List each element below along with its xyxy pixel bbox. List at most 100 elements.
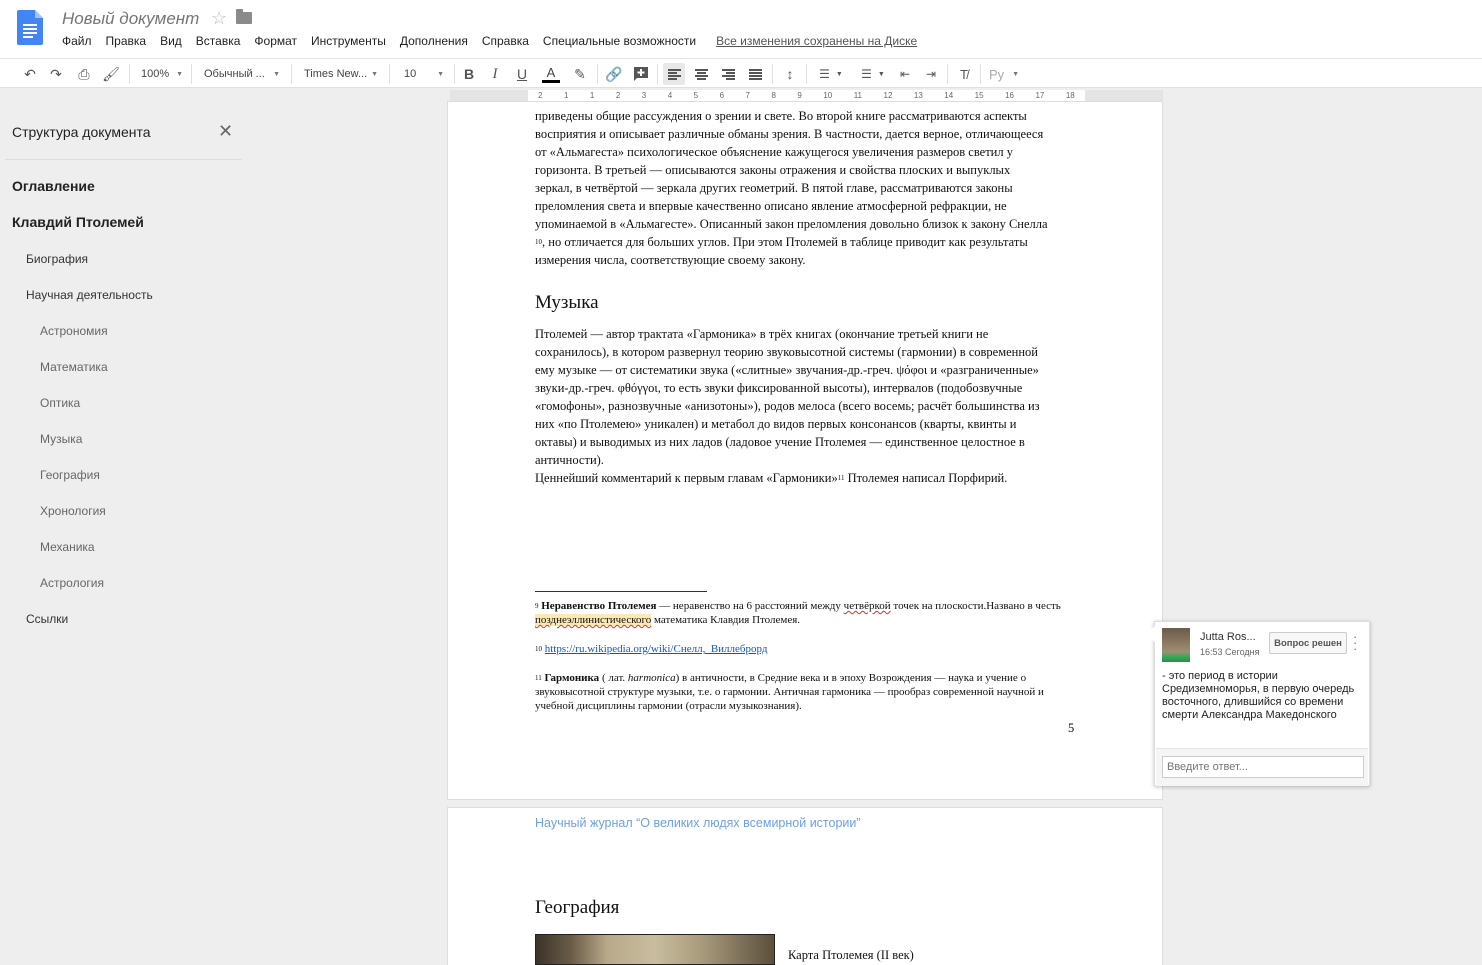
menu-format[interactable]: Формат	[254, 34, 297, 48]
music-heading[interactable]: Музыка	[535, 292, 599, 314]
menu-addons[interactable]: Дополнения	[400, 34, 468, 48]
spelling-error[interactable]: четвёркой	[844, 600, 891, 612]
style-select[interactable]: Обычный ... ▼	[200, 63, 284, 85]
numbered-list-button[interactable]: ☰ ▼	[812, 63, 850, 85]
page-header-text[interactable]: Научный журнал “О великих людях всемирно…	[535, 816, 861, 830]
toolbar-divider	[980, 64, 981, 84]
text-color-label: A	[546, 64, 556, 80]
docs-logo-icon[interactable]	[17, 10, 43, 45]
ruler-tick-label: 5	[693, 91, 699, 100]
menu-edit[interactable]: Правка	[106, 34, 147, 48]
zoom-select[interactable]: 100% ▼	[137, 63, 187, 85]
menu-view[interactable]: Вид	[160, 34, 182, 48]
geography-heading[interactable]: География	[535, 897, 619, 919]
text-line: звуки-др.-греч. φθόγγοι, то есть звуки ф…	[535, 381, 1023, 395]
comment-card[interactable]: Jutta Ros... 16:53 Сегодня Вопрос решен …	[1146, 621, 1370, 786]
italic-button[interactable]: I	[486, 63, 504, 85]
font-value: Times New...	[304, 68, 368, 80]
vertical-scrollbar[interactable]	[1474, 102, 1482, 965]
align-justify-button[interactable]	[744, 63, 766, 85]
numbered-list-icon: ☰	[819, 67, 830, 81]
menu-help[interactable]: Справка	[482, 34, 529, 48]
bulleted-list-button[interactable]: ☰ ▼	[854, 63, 892, 85]
print-icon[interactable]: ⎙	[74, 63, 94, 85]
document-title[interactable]: Новый документ	[62, 9, 199, 29]
align-right-button[interactable]	[717, 63, 739, 85]
footnote-term: Гармоника	[544, 672, 600, 684]
line-spacing-icon[interactable]: ↕	[779, 63, 801, 85]
text-color-button[interactable]: A	[540, 63, 562, 85]
toolbar-divider	[597, 64, 598, 84]
bold-button[interactable]: B	[460, 63, 478, 85]
outline-item[interactable]: Механика	[40, 540, 95, 554]
text-line: преломления света и впервые качественно …	[535, 199, 1007, 213]
decrease-indent-icon[interactable]: ⇤	[894, 63, 916, 85]
toolbar-divider	[806, 64, 807, 84]
align-center-button[interactable]	[690, 63, 712, 85]
optics-paragraph[interactable]: приведены общие рассуждения о зрении и с…	[535, 107, 1080, 269]
document-page[interactable]: Научный журнал “О великих людях всемирно…	[448, 808, 1162, 965]
menu-accessibility[interactable]: Специальные возможности	[543, 34, 696, 48]
outline-item[interactable]: Музыка	[40, 432, 82, 446]
undo-icon[interactable]: ↶	[20, 63, 40, 85]
font-size-select[interactable]: 10 ▼	[400, 63, 448, 85]
menu-insert[interactable]: Вставка	[196, 34, 241, 48]
footnote-9[interactable]: 9 Неравенство Птолемея — неравенство на …	[535, 599, 1080, 627]
outline-item[interactable]: Астрология	[40, 576, 104, 590]
outline-item[interactable]: Математика	[40, 360, 108, 374]
reply-field[interactable]	[1162, 756, 1364, 778]
star-icon[interactable]: ☆	[211, 8, 227, 29]
clear-formatting-icon[interactable]: T̸	[953, 63, 975, 85]
outline-item[interactable]: Биография	[26, 252, 88, 266]
text-line: упоминаемой в «Альмагесте». Описанный за…	[535, 217, 1048, 231]
resolve-button[interactable]: Вопрос решен	[1269, 632, 1347, 654]
music-paragraph[interactable]: Птолемей — автор трактата «Гармоника» в …	[535, 325, 1080, 469]
outline-item[interactable]: Оптика	[40, 396, 80, 410]
font-select[interactable]: Times New... ▼	[300, 63, 382, 85]
outline-item[interactable]: Оглавление	[12, 178, 95, 194]
horizontal-ruler[interactable]: 2 1 1 2 3 4 5 6 7 8 9 10 11 12 13 14 15 16 17 18	[450, 90, 1163, 101]
reply-input[interactable]	[1167, 761, 1359, 773]
underline-button[interactable]: U	[513, 63, 531, 85]
text-span: Птолемея написал Порфирий.	[844, 471, 1008, 485]
outline-item[interactable]: Астрономия	[40, 324, 108, 338]
ptolemy-map-image[interactable]	[535, 934, 775, 965]
menu-file[interactable]: Файл	[62, 34, 92, 48]
document-page[interactable]: приведены общие рассуждения о зрении и с…	[448, 102, 1162, 799]
map-caption[interactable]: Карта Птолемея (II век)	[788, 948, 914, 963]
ruler-tick-label: 13	[913, 91, 923, 100]
porphyry-paragraph[interactable]: Ценнейший комментарий к первым главам «Г…	[535, 469, 1080, 487]
footnote-number: 11	[535, 674, 542, 682]
outline-item[interactable]: География	[40, 468, 100, 482]
outline-item[interactable]: Хронология	[40, 504, 106, 518]
outline-item[interactable]: Клавдий Птолемей	[12, 214, 144, 230]
link-icon[interactable]: 🔗	[603, 63, 625, 85]
text-span: Ценнейший комментарий к первым главам «Г…	[535, 471, 838, 485]
folder-icon[interactable]	[236, 9, 252, 24]
comment-reply-area	[1156, 748, 1368, 786]
footnote-ref[interactable]: 10	[535, 238, 542, 246]
increase-indent-icon[interactable]: ⇥	[920, 63, 942, 85]
ruler-tick-label: 10	[823, 91, 833, 100]
commented-highlight[interactable]: позднеэллинистического	[535, 614, 652, 626]
wikipedia-link[interactable]: https://ru.wikipedia.org/wiki/Снелл,_Вил…	[545, 643, 768, 655]
close-icon[interactable]: ✕	[218, 121, 233, 142]
add-comment-button[interactable]	[631, 63, 651, 85]
chevron-down-icon: ▼	[273, 70, 280, 78]
menu-tools[interactable]: Инструменты	[311, 34, 386, 48]
input-tools-button[interactable]: Ру ▼	[985, 63, 1023, 85]
footnote-11[interactable]: 11 Гармоника ( лат. harmonica) в антично…	[535, 671, 1080, 713]
outline-item[interactable]: Ссылки	[26, 612, 68, 626]
paint-format-icon[interactable]: 🖌	[101, 63, 121, 85]
ruler-tick-label: 6	[719, 91, 725, 100]
highlight-pen-icon[interactable]: ✎	[570, 63, 590, 85]
save-status-link[interactable]: Все изменения сохранены на Диске	[716, 34, 917, 48]
footnote-10[interactable]: 10 https://ru.wikipedia.org/wiki/Снелл,_…	[535, 642, 1080, 656]
ruler-tick-label: 2	[615, 91, 621, 100]
align-left-button[interactable]	[663, 63, 685, 85]
outline-item[interactable]: Научная деятельность	[26, 288, 153, 302]
ruler-tick-label: 9	[797, 91, 802, 100]
redo-icon[interactable]: ↷	[46, 63, 66, 85]
ruler-tick-label: 1	[563, 91, 569, 100]
more-options-icon[interactable]: · · ·	[1353, 630, 1357, 655]
